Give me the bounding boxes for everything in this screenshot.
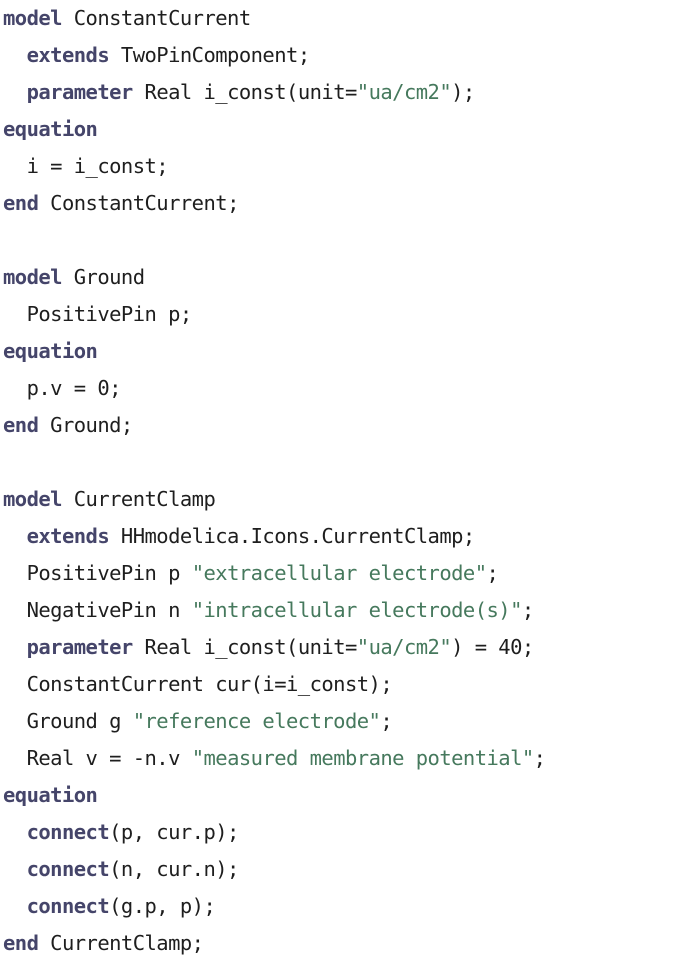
code-text: ConstantCurrent cur(i=i_const); <box>3 672 393 696</box>
code-text: (n, cur.n); <box>109 857 239 881</box>
code-line: model ConstantCurrent <box>3 0 689 37</box>
code-line: equation <box>3 333 689 370</box>
code-line: NegativePin n "intracellular electrode(s… <box>3 592 689 629</box>
code-line: connect(g.p, p); <box>3 888 689 925</box>
code-string-literal: "extracellular electrode" <box>191 561 487 585</box>
code-text: Ground; <box>38 413 133 437</box>
code-line: equation <box>3 777 689 814</box>
code-string-literal: "measured membrane potential" <box>191 746 535 770</box>
code-line: end Ground; <box>3 407 689 444</box>
code-text: Real v = -n.v <box>3 746 192 770</box>
code-text: (p, cur.p); <box>109 820 239 844</box>
code-text: ; <box>486 561 499 585</box>
code-text: Real i_const(unit= <box>132 80 358 104</box>
code-text: Real i_const(unit= <box>132 635 358 659</box>
code-keyword: model <box>3 265 63 289</box>
code-text: HHmodelica.Icons.CurrentClamp; <box>109 524 475 548</box>
code-keyword: connect <box>26 894 110 918</box>
code-string-literal: "ua/cm2" <box>356 635 452 659</box>
code-line: end ConstantCurrent; <box>3 185 689 222</box>
code-keyword: connect <box>26 857 110 881</box>
code-line: connect(p, cur.p); <box>3 814 689 851</box>
code-string-literal: "intracellular electrode(s)" <box>191 598 523 622</box>
code-keyword: model <box>3 487 63 511</box>
code-keyword: model <box>3 6 63 30</box>
code-string-literal: "ua/cm2" <box>356 80 452 104</box>
code-line: PositivePin p; <box>3 296 689 333</box>
code-text: ConstantCurrent <box>61 6 251 30</box>
code-text: CurrentClamp <box>61 487 216 511</box>
code-text: p.v = 0; <box>3 376 122 400</box>
code-text: ; <box>380 709 393 733</box>
code-text: ; <box>533 746 546 770</box>
code-text: ); <box>451 80 475 104</box>
code-line: ConstantCurrent cur(i=i_const); <box>3 666 689 703</box>
code-line: i = i_const; <box>3 148 689 185</box>
code-keyword: connect <box>26 820 110 844</box>
code-text: ) = 40; <box>451 635 534 659</box>
code-line: parameter Real i_const(unit="ua/cm2") = … <box>3 629 689 666</box>
code-line: equation <box>3 111 689 148</box>
code-line: model CurrentClamp <box>3 481 689 518</box>
code-text: ConstantCurrent; <box>38 191 239 215</box>
code-line: end CurrentClamp; <box>3 925 689 962</box>
code-text: ; <box>521 598 534 622</box>
code-line: Ground g "reference electrode"; <box>3 703 689 740</box>
code-line: model Ground <box>3 259 689 296</box>
code-keyword: parameter <box>26 80 134 104</box>
code-text: i = i_const; <box>3 154 169 178</box>
code-keyword: end <box>3 931 39 955</box>
code-line: PositivePin p "extracellular electrode"; <box>3 555 689 592</box>
code-keyword: equation <box>3 339 98 363</box>
code-keyword: extends <box>26 43 110 67</box>
code-keyword: equation <box>3 117 98 141</box>
code-text: Ground <box>61 265 145 289</box>
code-text: Ground g <box>3 709 133 733</box>
code-keyword: equation <box>3 783 98 807</box>
code-line: Real v = -n.v "measured membrane potenti… <box>3 740 689 777</box>
code-text: PositivePin p <box>3 561 192 585</box>
code-keyword: end <box>3 413 39 437</box>
code-text: NegativePin n <box>3 598 192 622</box>
code-text: (g.p, p); <box>109 894 216 918</box>
code-line: p.v = 0; <box>3 370 689 407</box>
code-text: TwoPinComponent; <box>109 43 310 67</box>
code-line: connect(n, cur.n); <box>3 851 689 888</box>
code-line: parameter Real i_const(unit="ua/cm2"); <box>3 74 689 111</box>
code-text: PositivePin p; <box>3 302 193 326</box>
code-keyword: parameter <box>26 635 134 659</box>
code-text: CurrentClamp; <box>38 931 204 955</box>
code-line: extends HHmodelica.Icons.CurrentClamp; <box>3 518 689 555</box>
code-line: extends TwoPinComponent; <box>3 37 689 74</box>
code-keyword: extends <box>26 524 110 548</box>
code-listing[interactable]: model ConstantCurrent extends TwoPinComp… <box>0 0 689 962</box>
code-string-literal: "reference electrode" <box>132 709 381 733</box>
code-keyword: end <box>3 191 39 215</box>
